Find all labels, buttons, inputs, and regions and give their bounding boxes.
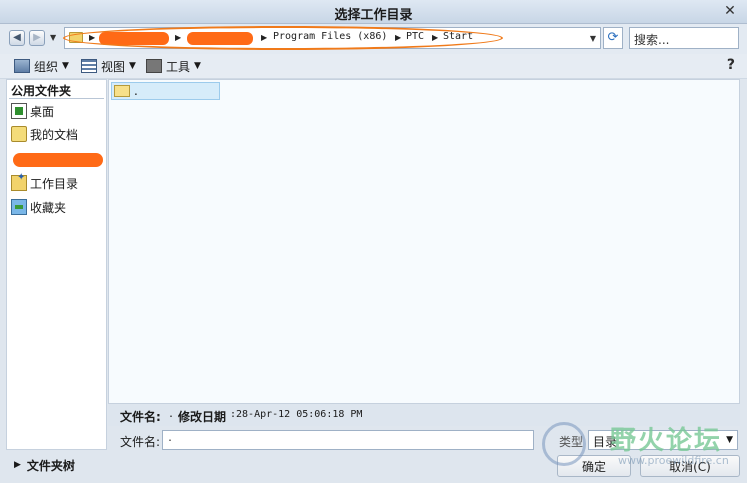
sidebar-header: 公用文件夹 (11, 84, 72, 98)
favorites-icon (11, 199, 27, 215)
working-directory-icon (11, 172, 27, 191)
sidebar-item-favorites[interactable]: 收藏夹 (11, 197, 66, 217)
cancel-button[interactable]: 取消(C) (640, 455, 740, 477)
sidebar-item-working-directory[interactable]: 工作目录 (11, 172, 79, 193)
redacted-sidebar-item[interactable] (13, 153, 103, 167)
file-name: . (134, 84, 138, 98)
sidebar: 公用文件夹 桌面 我的文档 工作目录 收藏夹 (6, 79, 107, 450)
details-bar: 文件名: . 修改日期 :28-Apr-12 05:06:18 PM (108, 404, 740, 426)
chevron-right-icon: ▶ (14, 460, 21, 470)
filename-bar: 文件名: . 类型 目录 ▼ (108, 426, 740, 454)
detail-date-label: 修改日期 (178, 410, 227, 424)
folder-tree-toggle[interactable]: ▶ 文件夹树 (6, 454, 107, 476)
refresh-icon[interactable]: ⟳ (603, 27, 623, 49)
address-dropdown-icon[interactable]: ▼ (590, 34, 596, 43)
help-icon[interactable]: ? (727, 57, 735, 73)
organize-label: 组织 (34, 59, 59, 74)
type-value: 目录 (593, 435, 618, 449)
sidebar-item-documents[interactable]: 我的文档 (11, 124, 78, 144)
back-arrow-icon[interactable]: ◀ (9, 30, 25, 46)
chevron-down-icon: ▼ (726, 435, 733, 445)
view-icon (81, 59, 97, 73)
file-list[interactable]: . (108, 79, 740, 404)
type-select[interactable]: 目录 ▼ (588, 430, 738, 450)
forward-arrow-icon[interactable]: ▶ (29, 30, 45, 46)
tools-label: 工具 (166, 59, 191, 74)
chevron-down-icon: ▼ (62, 61, 69, 71)
folder-tree-label: 文件夹树 (26, 458, 75, 473)
highlight-oval (63, 26, 503, 50)
detail-date-value: :28-Apr-12 05:06:18 PM (230, 409, 363, 420)
desktop-icon (11, 103, 27, 119)
folder-icon (114, 85, 130, 97)
window-title: 选择工作目录 (334, 8, 413, 23)
sidebar-item-label: 桌面 (30, 104, 55, 119)
sidebar-item-desktop[interactable]: 桌面 (11, 101, 54, 121)
filename-label: 文件名: (120, 435, 161, 449)
view-label: 视图 (101, 59, 126, 74)
sidebar-item-label: 收藏夹 (30, 200, 67, 215)
sidebar-item-label: 我的文档 (30, 127, 79, 142)
chevron-down-icon: ▼ (129, 61, 136, 71)
detail-name-value: . (168, 409, 175, 420)
ok-button[interactable]: 确定 (557, 455, 631, 477)
toolbar: 组织 ▼ 视图 ▼ 工具 ▼ ? (0, 54, 747, 79)
search-input[interactable]: 搜索... (629, 27, 739, 49)
view-menu[interactable]: 视图 ▼ (81, 57, 136, 75)
tools-menu[interactable]: 工具 ▼ (146, 57, 201, 75)
chevron-down-icon: ▼ (194, 61, 201, 71)
sidebar-item-label: 工作目录 (30, 176, 79, 191)
organize-icon (14, 59, 30, 73)
documents-folder-icon (11, 126, 27, 142)
detail-name-label: 文件名: (120, 410, 161, 424)
organize-menu[interactable]: 组织 ▼ (14, 57, 69, 75)
filename-input[interactable]: . (162, 430, 534, 450)
close-icon[interactable]: ✕ (721, 2, 739, 20)
tools-icon (146, 59, 162, 73)
sidebar-divider (9, 98, 104, 99)
list-item[interactable]: . (111, 82, 220, 100)
title-bar: 选择工作目录 ✕ (0, 0, 747, 24)
type-label: 类型 (559, 435, 584, 449)
history-dropdown-icon[interactable]: ▼ (50, 33, 56, 42)
